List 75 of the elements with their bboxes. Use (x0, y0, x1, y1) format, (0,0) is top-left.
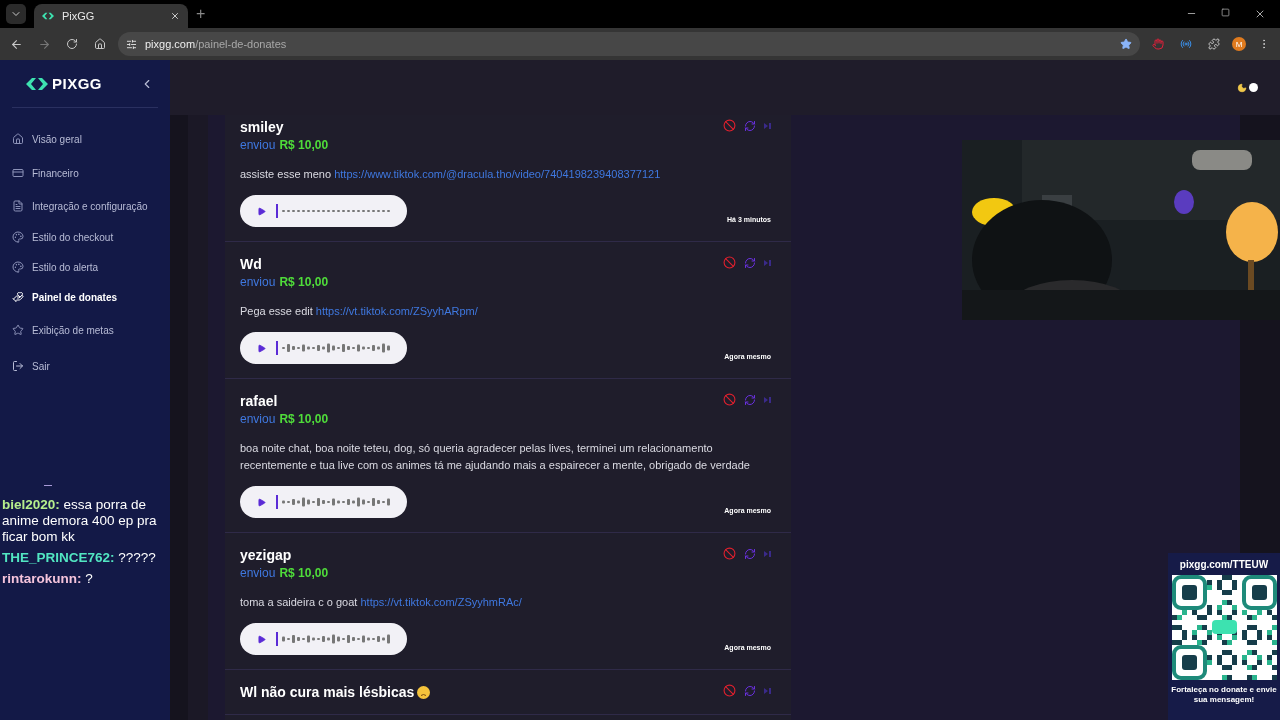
replay-icon[interactable] (744, 684, 756, 697)
nav-icon (12, 231, 24, 243)
sent-label: enviou (240, 412, 276, 426)
address-bar[interactable]: pixgg.com/painel-de-donates (118, 32, 1140, 56)
sidebar-item[interactable]: Visão geral (12, 122, 158, 156)
sidebar-item[interactable]: Financeiro (12, 156, 158, 190)
nav-icon (12, 133, 24, 145)
url-path: /painel-de-donates (195, 38, 287, 50)
audio-player[interactable] (240, 623, 407, 655)
sidebar-item[interactable]: Estilo do alerta (12, 252, 158, 282)
block-icon[interactable] (723, 547, 736, 560)
sent-label: enviou (240, 275, 276, 289)
block-icon[interactable] (723, 256, 736, 269)
donation-amount: R$ 10,00 (279, 138, 329, 152)
qr-caption: Fortaleça no donate e envie sua mensagem! (1170, 685, 1278, 705)
audio-player[interactable] (240, 195, 407, 227)
tab-search-icon[interactable] (6, 4, 26, 24)
donor-name: smiley (240, 119, 284, 135)
chat-message: biel2020: essa porra de anime demora 400 ep pra ficar bom kk (2, 497, 158, 545)
donor-name: yezigap (240, 547, 292, 563)
donation-amount: R$ 10,00 (279, 275, 329, 289)
url-host: pixgg.com (145, 38, 196, 50)
donation-message: assiste esse meno https://www.tiktok.com/@dracula.tho/video/7404198239408377121 (240, 167, 662, 182)
donor-name: rafael (240, 393, 278, 409)
replay-icon[interactable] (744, 256, 756, 269)
nav-icon (12, 324, 24, 336)
play-icon[interactable] (257, 206, 266, 216)
nav-icon (12, 200, 24, 212)
block-icon[interactable] (723, 119, 736, 132)
donation-message: toma a saideira c o goat https://vt.tiktok.com/ZSyyhmRAc/ (240, 595, 523, 610)
chat-message: THE_PRINCE762: ????? (2, 550, 157, 566)
logout-icon (12, 360, 24, 372)
donation-amount: R$ 10,00 (279, 412, 329, 426)
donation-message: Pega esse edit https://vt.tiktok.com/ZSyyhARpm/ (240, 304, 479, 319)
replay-icon[interactable] (744, 393, 756, 406)
nav-icon (12, 261, 24, 273)
donor-name: Wl não cura mais lésbicas (240, 684, 431, 700)
donor-name: Wd (240, 256, 262, 272)
audio-player[interactable] (240, 332, 407, 364)
play-icon[interactable] (257, 497, 266, 507)
block-icon[interactable] (723, 393, 736, 406)
sent-label: enviou (240, 138, 276, 152)
close-icon[interactable] (170, 11, 180, 21)
donation-message: boa noite chat, boa noite teteu, dog, só queria agradecer pelas lives, terminei um relacionamento recentemente e tua live com os animes tá me ajudando mais a espairecer a mente, obrigado de verdade (240, 441, 751, 473)
play-icon[interactable] (257, 634, 266, 644)
logout-item[interactable]: Sair (12, 348, 158, 384)
donation-amount: R$ 10,00 (279, 566, 329, 580)
logo-icon (42, 12, 54, 20)
message-link[interactable]: https://www.tiktok.com/@dracula.tho/video/7404198239408377121 (334, 168, 661, 180)
replay-icon[interactable] (744, 119, 756, 132)
chat-message: rintarokunn: ? (2, 571, 94, 587)
site-settings-icon[interactable] (126, 38, 137, 50)
close-icon[interactable] (1254, 8, 1266, 20)
browser-tab[interactable]: PixGG (34, 4, 188, 28)
message-link[interactable]: https://vt.tiktok.com/ZSyyhmRAc/ (360, 596, 522, 608)
sidebar-item[interactable]: Estilo do checkout (12, 222, 158, 252)
sidebar-item[interactable]: Painel de donates (12, 282, 158, 312)
message-link[interactable]: https://vt.tiktok.com/ZSyyhARpm/ (315, 305, 478, 317)
logo-icon (26, 77, 48, 90)
sidebar-item[interactable]: Integração e configuração (12, 190, 158, 222)
nav-icon (12, 291, 24, 303)
nav-icon (12, 167, 24, 179)
play-icon[interactable] (257, 343, 266, 353)
logo-text: PIXGG (52, 75, 102, 92)
restore-icon[interactable] (1221, 8, 1230, 17)
theme-toggle[interactable] (1237, 82, 1258, 93)
block-icon[interactable] (723, 684, 736, 697)
bookmark-star-icon[interactable] (1120, 38, 1132, 50)
sidebar-item[interactable]: Exibição de metas (12, 312, 158, 348)
qr-url: pixgg.com/TTEUW (1179, 559, 1269, 570)
sent-label: enviou (240, 566, 276, 580)
audio-player[interactable] (240, 486, 407, 518)
new-tab-button[interactable]: + (196, 5, 206, 23)
sad-emoji-icon (417, 685, 431, 699)
replay-icon[interactable] (744, 547, 756, 560)
